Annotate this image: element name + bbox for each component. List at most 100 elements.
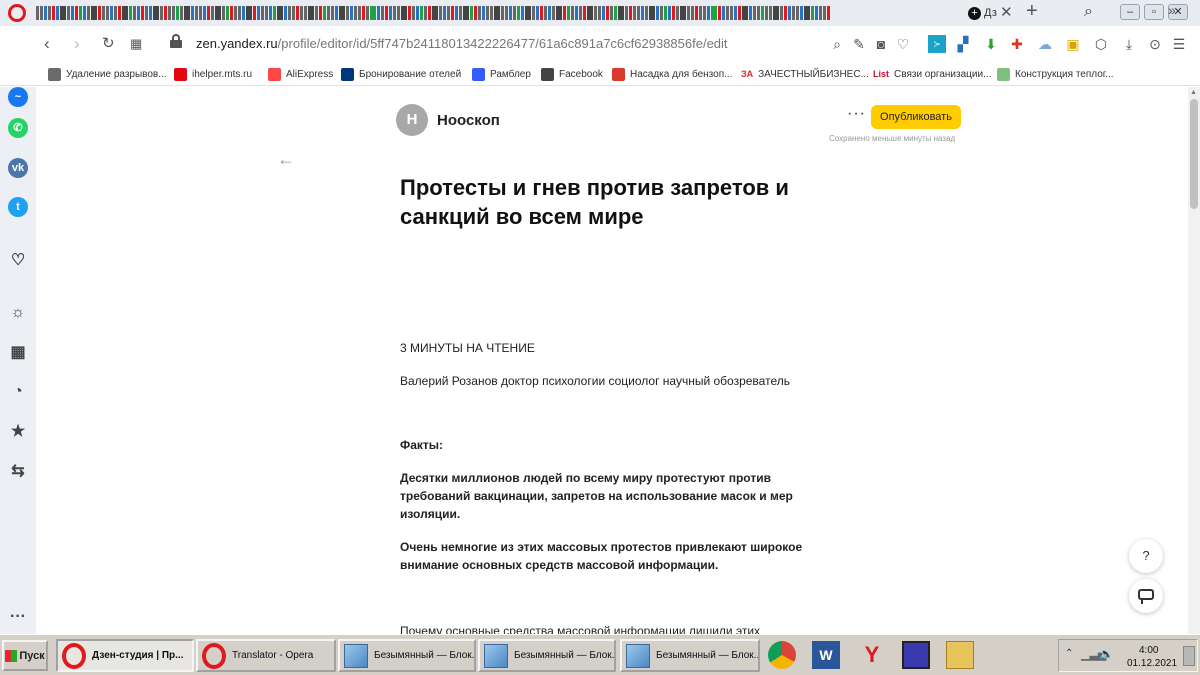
channel-avatar[interactable]: Н xyxy=(396,104,428,136)
pinned-tab-icon[interactable] xyxy=(79,6,82,20)
pinned-tab-icon[interactable] xyxy=(141,6,144,20)
pinned-tab-icon[interactable] xyxy=(757,6,760,20)
pinned-tab-icon[interactable] xyxy=(412,6,415,20)
taskbar-task[interactable]: Безымянный — Блок... xyxy=(338,639,476,672)
pinned-tab-icon[interactable] xyxy=(389,6,392,20)
bookmarks-more-icon[interactable]: » xyxy=(1168,2,1176,18)
reload-icon[interactable]: ↻ xyxy=(102,34,115,52)
messenger-icon[interactable]: ~ xyxy=(8,87,28,107)
pinned-tab-icon[interactable] xyxy=(602,6,605,20)
pinned-tab-icon[interactable] xyxy=(48,6,51,20)
pinned-tab-icon[interactable] xyxy=(315,6,318,20)
pinned-tab-icon[interactable] xyxy=(660,6,663,20)
article-paragraph[interactable]: Очень немногие из этих массовых протесто… xyxy=(400,538,820,574)
bookmark-item[interactable]: ihelper.mts.ru xyxy=(174,66,252,82)
pinned-tab-icon[interactable] xyxy=(738,6,741,20)
pinned-tab-icon[interactable] xyxy=(439,6,442,20)
pinned-tab-icon[interactable] xyxy=(804,6,810,20)
pinned-tab-icon[interactable] xyxy=(773,6,779,20)
pinned-tab-icon[interactable] xyxy=(749,6,752,20)
pinned-tab-icon[interactable] xyxy=(323,6,326,20)
pinned-tab-icon[interactable] xyxy=(633,6,636,20)
pinned-tab-icon[interactable] xyxy=(548,6,551,20)
reading-time[interactable]: 3 МИНУТЫ НА ЧТЕНИЕ xyxy=(400,339,820,357)
pinned-tab-icon[interactable] xyxy=(366,6,369,20)
pinned-tab-icon[interactable] xyxy=(377,6,380,20)
pinned-tab-icon[interactable] xyxy=(525,6,531,20)
pinned-tab-icon[interactable] xyxy=(823,6,826,20)
bookmark-item[interactable]: Facebook xyxy=(541,66,603,82)
tab-close-icon[interactable]: ✕ xyxy=(1000,3,1013,21)
pinned-tab-icon[interactable] xyxy=(567,6,570,20)
taskbar-task[interactable]: Дзен-студия | Пр... xyxy=(56,639,194,672)
pinned-tab-icon[interactable] xyxy=(594,6,597,20)
pinned-tab-icon[interactable] xyxy=(339,6,345,20)
pinned-tab-icon[interactable] xyxy=(296,6,299,20)
pinned-tab-icon[interactable] xyxy=(172,6,175,20)
pinned-tab-icon[interactable] xyxy=(284,6,287,20)
pinned-tab-icon[interactable] xyxy=(544,6,547,20)
forward-icon[interactable]: › xyxy=(74,34,80,54)
pinned-tab-icon[interactable] xyxy=(722,6,725,20)
pinned-tab-icon[interactable] xyxy=(40,6,43,20)
pinned-tab-icon[interactable] xyxy=(87,6,90,20)
pinned-tab-icon[interactable] xyxy=(765,6,768,20)
article-title[interactable]: Протесты и гнев против запретов и санкци… xyxy=(400,173,840,231)
more-icon[interactable]: ··· xyxy=(8,607,28,627)
pinned-tab-icon[interactable] xyxy=(257,6,260,20)
pinned-tab-icon[interactable] xyxy=(273,6,276,20)
pinned-tab-icon[interactable] xyxy=(350,6,353,20)
pinned-tab-icon[interactable] xyxy=(261,6,264,20)
pinned-tab-icon[interactable] xyxy=(587,6,593,20)
bookmark-item[interactable]: Насадка для бензоп... xyxy=(612,66,732,82)
twitter-icon[interactable]: t xyxy=(8,197,28,217)
bookmark-item[interactable]: List Связи организации... xyxy=(873,66,991,82)
pinned-tab-icon[interactable] xyxy=(122,6,128,20)
pinned-tab-icon[interactable] xyxy=(680,6,686,20)
pinned-tab-icon[interactable] xyxy=(521,6,524,20)
clock-date[interactable]: 01.12.2021 xyxy=(1127,658,1177,669)
pinned-tab-icon[interactable] xyxy=(354,6,357,20)
pinned-tab-icon[interactable] xyxy=(614,6,617,20)
pinned-tab-icon[interactable] xyxy=(331,6,334,20)
pinned-tab-icon[interactable] xyxy=(114,6,117,20)
pinned-tab-icon[interactable] xyxy=(91,6,97,20)
pinned-tab-icon[interactable] xyxy=(718,6,721,20)
grid-icon[interactable]: ▦ xyxy=(8,343,28,363)
pinned-tab-icon[interactable] xyxy=(478,6,481,20)
pinned-tab-icon[interactable] xyxy=(455,6,458,20)
pinned-tab-icon[interactable] xyxy=(730,6,733,20)
pinned-tab-icon[interactable] xyxy=(319,6,322,20)
pinned-tab-icon[interactable] xyxy=(71,6,74,20)
pinned-tab-icon[interactable] xyxy=(416,6,419,20)
pinned-tab-icon[interactable] xyxy=(401,6,407,20)
bookmark-item[interactable]: ЗА ЗАЧЕСТНЫЙБИЗНЕС... xyxy=(741,66,869,82)
pinned-tab-icon[interactable] xyxy=(800,6,803,20)
pinned-tab-icon[interactable] xyxy=(618,6,624,20)
taskbar-task[interactable]: Безымянный — Блок... xyxy=(620,639,760,672)
pinned-tabs[interactable] xyxy=(36,5,966,21)
pinned-tab-icon[interactable] xyxy=(149,6,152,20)
yandex-icon[interactable]: Y xyxy=(858,641,886,669)
lock-icon[interactable] xyxy=(170,34,182,48)
pinned-tab-icon[interactable] xyxy=(699,6,702,20)
pinned-tab-icon[interactable] xyxy=(494,6,500,20)
tab-search-icon[interactable]: ⌕ xyxy=(1084,3,1093,21)
pinned-tab-icon[interactable] xyxy=(238,6,241,20)
pinned-tab-icon[interactable] xyxy=(176,6,179,20)
downloads-icon[interactable]: ⤓ xyxy=(1120,35,1138,53)
pinned-tab-icon[interactable] xyxy=(180,6,183,20)
pinned-tab-icon[interactable] xyxy=(742,6,748,20)
pinned-tab-icon[interactable] xyxy=(637,6,640,20)
chat-icon[interactable] xyxy=(1129,579,1163,613)
volume-icon[interactable]: 🔈 xyxy=(1099,647,1114,661)
pinned-tab-icon[interactable] xyxy=(195,6,198,20)
pinned-tab-icon[interactable] xyxy=(168,6,171,20)
pinned-tab-icon[interactable] xyxy=(656,6,659,20)
url-field[interactable]: zen.yandex.ru/profile/editor/id/5ff747b2… xyxy=(196,36,728,51)
pinned-tab-icon[interactable] xyxy=(335,6,338,20)
lightbulb-icon[interactable]: ☼ xyxy=(8,303,28,323)
pinned-tab-icon[interactable] xyxy=(106,6,109,20)
translate-icon[interactable]: ⇆ xyxy=(8,462,28,482)
pinned-tab-icon[interactable] xyxy=(137,6,140,20)
